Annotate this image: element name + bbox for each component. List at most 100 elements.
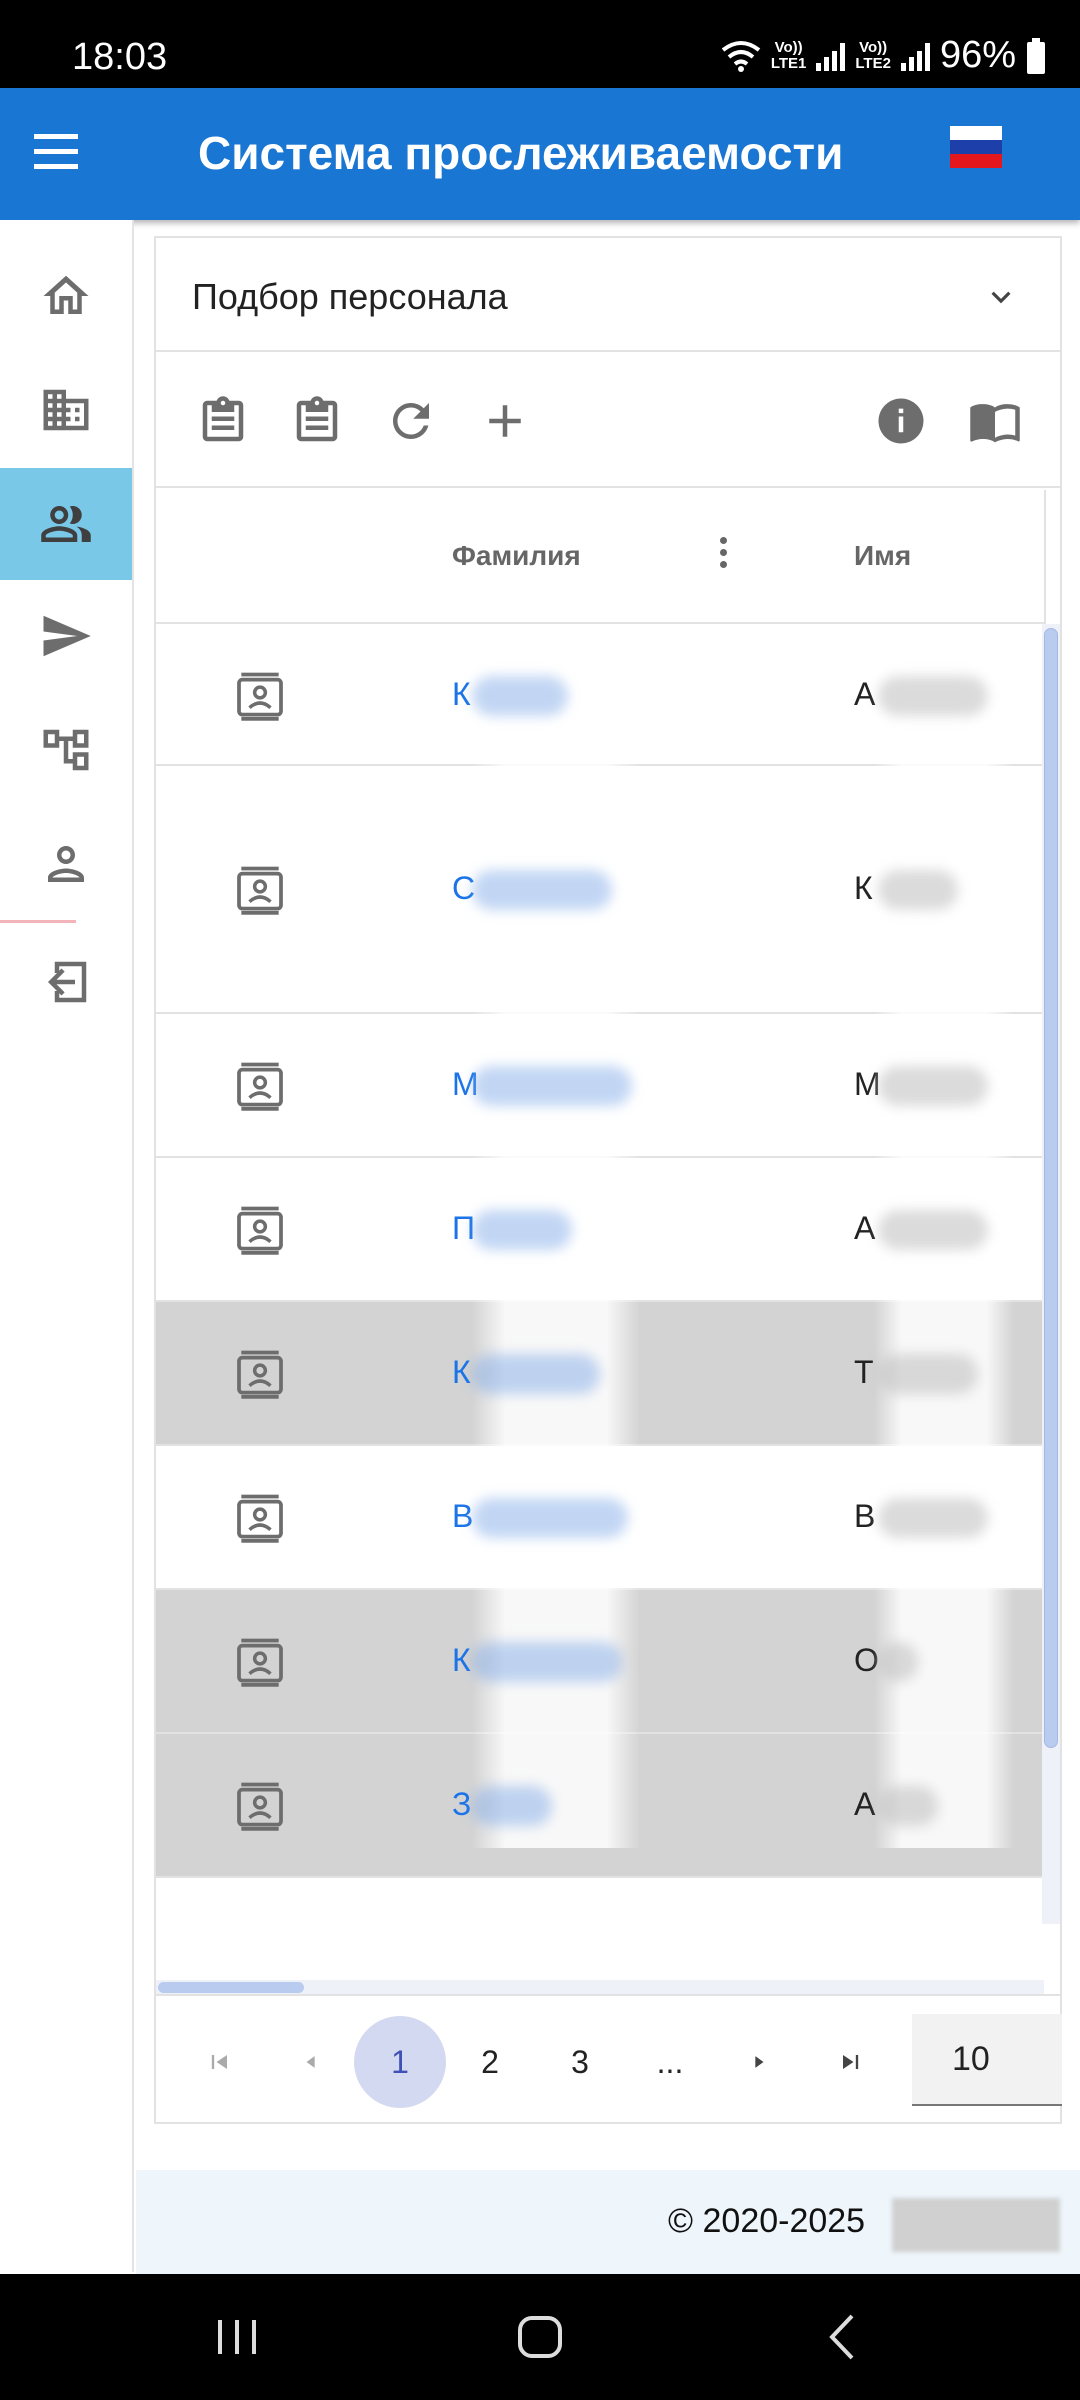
plus-icon <box>489 405 521 437</box>
first-page-icon <box>211 2055 227 2069</box>
clipboard-icon <box>296 396 338 442</box>
menu-icon[interactable] <box>34 132 80 172</box>
redaction-blur <box>878 870 958 910</box>
next-page-button[interactable] <box>714 2016 806 2108</box>
contact-card-icon[interactable] <box>232 1058 288 1114</box>
last-page-icon <box>843 2055 859 2069</box>
sidebar-item-profile[interactable] <box>0 808 132 920</box>
column-menu-icon[interactable] <box>708 532 738 582</box>
contact-card-icon[interactable] <box>232 668 288 724</box>
sim2-indicator: Vo)) LTE2 <box>855 38 891 72</box>
page-size-select[interactable]: 10 <box>912 2014 1062 2106</box>
sidebar-item-structure[interactable] <box>0 694 132 806</box>
prev-page-button[interactable] <box>264 2016 356 2108</box>
grid-header-border <box>1044 490 1046 624</box>
surname-link[interactable]: К <box>452 1354 471 1391</box>
surname-link[interactable]: К <box>452 1642 471 1679</box>
redaction-blur <box>878 1786 938 1826</box>
first-name-cell: К <box>854 870 873 906</box>
home-icon <box>43 275 89 314</box>
sidebar-item-home[interactable] <box>0 240 132 352</box>
redaction-blur <box>472 1066 632 1106</box>
sidebar-item-personnel[interactable] <box>0 468 132 580</box>
page-more-button[interactable]: ... <box>624 2016 716 2108</box>
refresh-icon <box>393 403 429 439</box>
redaction-blur <box>878 1210 988 1250</box>
column-header-surname[interactable]: Фамилия <box>452 540 581 572</box>
app-bar: Система прослеживаемости <box>0 88 1080 220</box>
footer: © 2020-2025 <box>136 2170 1080 2274</box>
prev-page-icon <box>306 2056 315 2068</box>
volte1-label: Vo)) <box>774 38 803 56</box>
first-name-cell: В <box>854 1498 876 1534</box>
russia-flag-icon[interactable] <box>950 126 1002 168</box>
first-name-cell: Т <box>854 1354 874 1390</box>
redaction-blur <box>878 1066 988 1106</box>
sidebar-item-logout[interactable] <box>0 926 132 1038</box>
redaction-blur <box>472 1786 552 1826</box>
panel-header[interactable]: Подбор персонала <box>156 238 1060 352</box>
contact-card-icon[interactable] <box>232 862 288 918</box>
contact-card-icon[interactable] <box>232 1490 288 1546</box>
page-2-button[interactable]: 2 <box>444 2016 536 2108</box>
add-button[interactable] <box>476 392 534 450</box>
redaction-blur <box>472 870 612 910</box>
recent-apps-icon[interactable] <box>212 2310 262 2364</box>
panel-title: Подбор персонала <box>192 276 508 317</box>
battery-percent: 96% <box>939 34 1016 76</box>
horizontal-scrollbar-thumb[interactable] <box>158 1982 304 1993</box>
clipboard-button-2[interactable] <box>288 392 346 450</box>
signal1-icon <box>816 41 846 71</box>
redaction-blur <box>472 1498 628 1538</box>
lte1-label: LTE1 <box>770 54 807 72</box>
battery-icon <box>1027 37 1045 74</box>
first-page-button[interactable] <box>174 2016 266 2108</box>
redaction-blur <box>878 1642 918 1682</box>
system-navigation-bar <box>0 2274 1080 2400</box>
info-button[interactable] <box>872 392 930 450</box>
refresh-button[interactable] <box>382 392 440 450</box>
grid-toolbar <box>156 354 1060 488</box>
status-icons: Vo)) LTE1 Vo)) LTE2 96% <box>721 34 1046 77</box>
people-icon <box>41 506 91 542</box>
status-bar: 18:03 Vo)) LTE1 Vo)) LTE2 96% <box>0 0 1080 88</box>
personnel-panel: Подбор персонала Фамилия Имя К А С К М М… <box>154 236 1062 2124</box>
sidebar-item-send[interactable] <box>0 580 132 692</box>
help-book-button[interactable] <box>966 392 1024 450</box>
back-icon[interactable] <box>818 2310 868 2364</box>
clipboard-button-1[interactable] <box>194 392 252 450</box>
vertical-scrollbar-thumb[interactable] <box>1044 628 1058 1748</box>
grid-header: Фамилия Имя <box>156 490 1044 624</box>
redaction-blur <box>878 676 988 716</box>
contact-card-icon[interactable] <box>232 1202 288 1258</box>
contact-card-icon[interactable] <box>232 1778 288 1834</box>
surname-link[interactable]: З <box>452 1786 471 1823</box>
last-page-button[interactable] <box>804 2016 896 2108</box>
wifi-icon <box>721 40 761 72</box>
surname-link[interactable]: К <box>452 676 471 713</box>
clipboard-icon <box>202 396 244 442</box>
volte2-label: Vo)) <box>859 38 888 56</box>
logout-icon <box>48 961 87 1003</box>
home-button-icon[interactable] <box>512 2310 568 2364</box>
sidebar-divider <box>0 920 76 923</box>
book-icon <box>970 404 1020 443</box>
contact-card-icon[interactable] <box>232 1634 288 1690</box>
column-header-first-name[interactable]: Имя <box>854 540 911 572</box>
surname-link[interactable]: В <box>452 1498 473 1535</box>
status-time: 18:03 <box>72 36 168 78</box>
sidebar-item-organizations[interactable] <box>0 354 132 466</box>
redaction-blur <box>878 1354 978 1394</box>
contact-card-icon[interactable] <box>232 1346 288 1402</box>
page-3-button[interactable]: 3 <box>534 2016 626 2108</box>
copyright-text: © 2020-2025 <box>668 2202 866 2240</box>
chevron-down-icon <box>991 291 1011 304</box>
building-icon <box>43 389 89 431</box>
app-title: Система прослеживаемости <box>198 127 844 179</box>
paper-plane-icon <box>43 615 91 657</box>
redaction-blur <box>472 676 568 716</box>
page-1-button[interactable]: 1 <box>354 2016 446 2108</box>
redaction-blur <box>472 1210 572 1250</box>
lte2-label: LTE2 <box>855 54 891 72</box>
pagination: 1 2 3 ... 10 <box>156 1994 1062 2122</box>
